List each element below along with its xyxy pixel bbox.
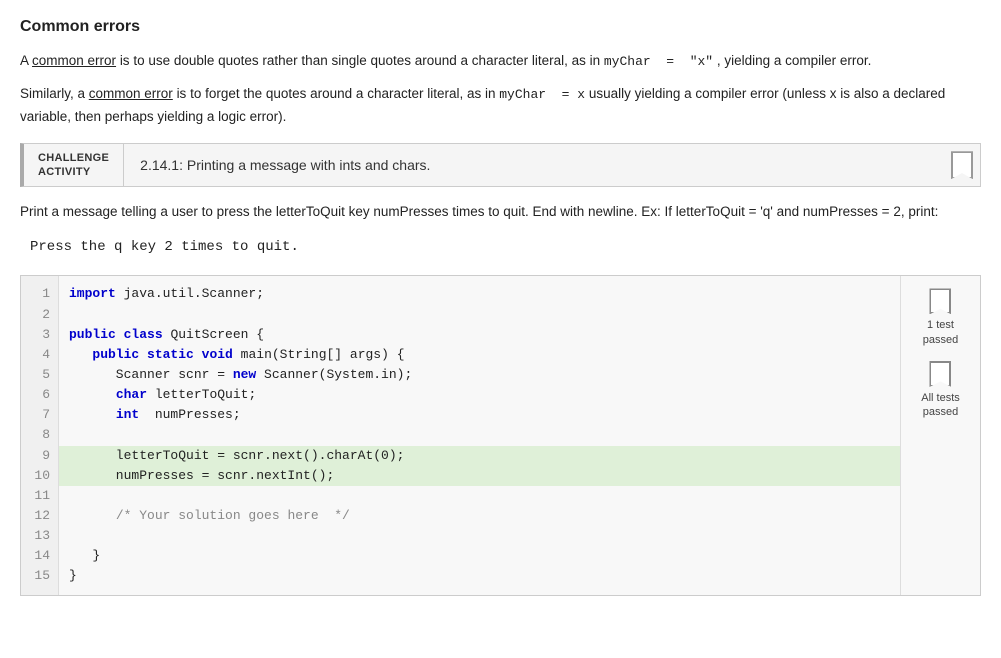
challenge-label-line2: ACTIVITY — [38, 165, 109, 179]
code-example-block: Press the q key 2 times to quit. — [20, 235, 981, 259]
test1-check-icon — [929, 288, 951, 314]
line-num-11: 11 — [21, 486, 58, 506]
code-area[interactable]: import java.util.Scanner; public class Q… — [59, 276, 900, 594]
code-line-14: } — [69, 546, 890, 566]
page-container: Common errors A common error is to use d… — [0, 0, 1001, 606]
code-line-7: int numPresses; — [69, 405, 890, 425]
line-num-4: 4 — [21, 345, 58, 365]
line-num-8: 8 — [21, 425, 58, 445]
code-line-4: public static void main(String[] args) { — [69, 345, 890, 365]
line-num-5: 5 — [21, 365, 58, 385]
code-example-text: Press the q key 2 times to quit. — [30, 239, 299, 255]
line-num-3: 3 — [21, 325, 58, 345]
code-line-8 — [69, 425, 890, 445]
bookmark-icon — [951, 151, 973, 179]
status-item-all-tests: All testspassed — [921, 361, 960, 420]
challenge-label-line1: CHALLENGE — [38, 151, 109, 165]
line-num-15: 15 — [21, 566, 58, 586]
error1-link[interactable]: common error — [32, 53, 116, 68]
line-num-6: 6 — [21, 385, 58, 405]
editor-container[interactable]: 123456789101112131415 import java.util.S… — [20, 275, 981, 595]
code-line-10: numPresses = scnr.nextInt(); — [59, 466, 900, 486]
all-tests-check-icon — [929, 361, 951, 387]
all-tests-label: All testspassed — [921, 391, 960, 420]
line-num-10: 10 — [21, 466, 58, 486]
status-panel: 1 testpassed All testspassed — [900, 276, 980, 594]
challenge-bar: CHALLENGE ACTIVITY 2.14.1: Printing a me… — [20, 143, 981, 187]
error1-text-before: A — [20, 53, 32, 68]
code-line-6: char letterToQuit; — [69, 385, 890, 405]
challenge-title: 2.14.1: Printing a message with ints and… — [124, 144, 944, 186]
line-numbers: 123456789101112131415 — [21, 276, 59, 594]
line-num-7: 7 — [21, 405, 58, 425]
challenge-icon-container — [944, 144, 980, 186]
error1-text-middle: is to use double quotes rather than sing… — [120, 53, 604, 68]
line-num-1: 1 — [21, 284, 58, 304]
code-line-15: } — [69, 566, 890, 586]
code-line-13 — [69, 526, 890, 546]
line-num-9: 9 — [21, 446, 58, 466]
error2-text-middle: is to forget the quotes around a charact… — [177, 86, 500, 101]
error1-text-end: , yielding a compiler error. — [717, 53, 872, 68]
code-line-9: letterToQuit = scnr.next().charAt(0); — [59, 446, 900, 466]
error2-code: myChar = x — [499, 87, 585, 102]
line-num-13: 13 — [21, 526, 58, 546]
line-num-14: 14 — [21, 546, 58, 566]
error2-text-before: Similarly, a — [20, 86, 89, 101]
section-title: Common errors — [20, 18, 981, 36]
description-area: Print a message telling a user to press … — [20, 201, 981, 223]
test1-label: 1 testpassed — [923, 318, 958, 347]
error2-link[interactable]: common error — [89, 86, 173, 101]
status-item-test1: 1 testpassed — [923, 288, 958, 347]
error-2-paragraph: Similarly, a common error is to forget t… — [20, 83, 981, 127]
code-line-3: public class QuitScreen { — [69, 325, 890, 345]
description-text: Print a message telling a user to press … — [20, 204, 938, 219]
challenge-label-block: CHALLENGE ACTIVITY — [24, 144, 124, 186]
line-num-12: 12 — [21, 506, 58, 526]
code-line-1: import java.util.Scanner; — [69, 284, 890, 304]
error-1-paragraph: A common error is to use double quotes r… — [20, 50, 981, 73]
code-line-5: Scanner scnr = new Scanner(System.in); — [69, 365, 890, 385]
error1-code: myChar = "x" — [604, 54, 713, 69]
line-num-2: 2 — [21, 305, 58, 325]
code-line-11 — [69, 486, 890, 506]
code-line-2 — [69, 305, 890, 325]
code-line-12: /* Your solution goes here */ — [69, 506, 890, 526]
